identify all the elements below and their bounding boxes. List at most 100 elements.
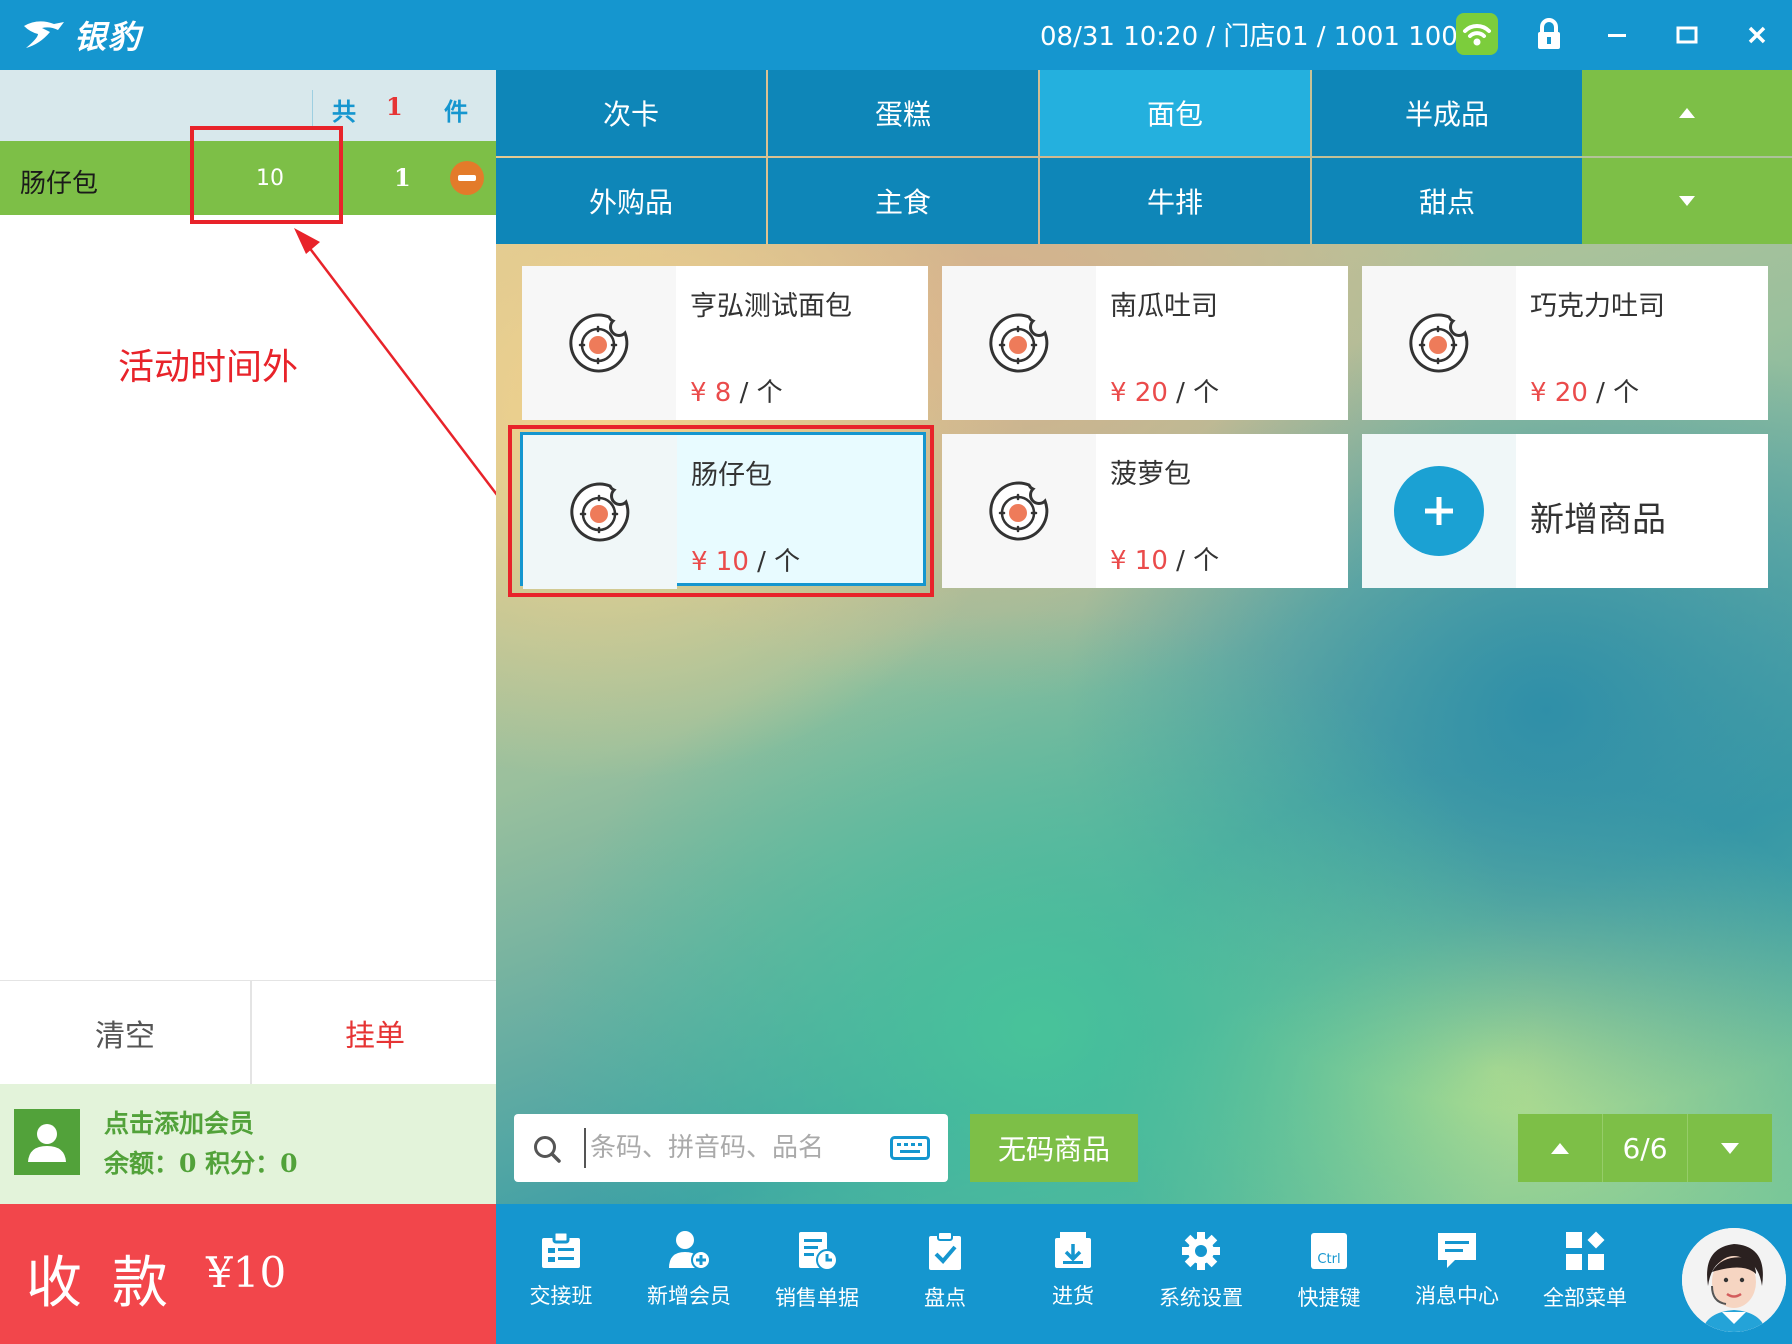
bread-icon — [989, 313, 1049, 373]
no-barcode-button[interactable]: 无码商品 — [970, 1114, 1138, 1182]
triangle-up-icon — [1551, 1142, 1569, 1154]
title-bar: 银豹 08/31 10:20 / 门店01 / 1001 1001 — [0, 0, 1792, 70]
product-price: ¥ 20 / 个 — [1110, 372, 1219, 409]
toolbar-settings[interactable]: 系统设置 — [1146, 1230, 1256, 1330]
category-tab[interactable]: 牛排 — [1040, 158, 1310, 244]
bread-icon — [1409, 313, 1469, 373]
price-value: ¥ 20 — [1110, 378, 1168, 408]
clear-button[interactable]: 清空 — [0, 981, 252, 1085]
cart-total-prefix: 共 — [332, 97, 356, 126]
product-card[interactable]: 菠萝包 ¥ 10 / 个 — [942, 434, 1348, 588]
keyboard-icon[interactable] — [890, 1136, 930, 1160]
product-area: 次卡 蛋糕 面包 半成品 外购品 主食 牛排 甜点 亨弘测试面包 ¥ 8 / 个… — [496, 70, 1792, 1204]
category-tab[interactable]: 甜点 — [1312, 158, 1582, 244]
toolbar-stocktake[interactable]: 盘点 — [890, 1230, 1000, 1330]
price-value: ¥ 20 — [1530, 378, 1588, 408]
cart-item-qty[interactable]: 1 — [394, 163, 411, 192]
app-logo: 银豹 — [20, 12, 142, 58]
search-icon — [534, 1136, 561, 1163]
category-tab[interactable]: 半成品 — [1312, 70, 1582, 156]
toolbar-all-menu[interactable]: 全部菜单 — [1530, 1230, 1640, 1330]
member-balance: 余额：0 积分：0 — [104, 1149, 298, 1178]
add-product-label: 新增商品 — [1530, 500, 1666, 540]
price-highlight-box — [190, 126, 343, 224]
toolbar-label: 全部菜单 — [1543, 1286, 1627, 1310]
cart-total-suffix: 件 — [444, 97, 468, 126]
lock-icon[interactable] — [1536, 18, 1562, 54]
member-panel[interactable]: 点击添加会员 余额：0 积分：0 — [0, 1084, 496, 1204]
price-unit: / 个 — [1167, 378, 1220, 408]
toolbar-label: 快捷键 — [1297, 1286, 1361, 1310]
app-title: 银豹 — [74, 18, 143, 56]
sales-docs-icon — [799, 1232, 838, 1271]
toolbar-add-member[interactable]: 新增会员 — [634, 1230, 744, 1330]
category-tab[interactable]: 外购品 — [496, 158, 766, 244]
search-input[interactable] — [584, 1128, 864, 1168]
gear-icon — [1182, 1232, 1220, 1270]
pay-button[interactable]: 收款 ¥10 — [0, 1204, 496, 1344]
bottom-toolbar: 交接班 新增会员 销售单据 盘点 进货 系统设置 Ctrl 快捷键 消息中心 全… — [496, 1204, 1792, 1344]
annotation-arrow — [294, 228, 511, 513]
triangle-down-icon — [1721, 1142, 1739, 1154]
product-price: ¥ 8 / 个 — [690, 372, 783, 409]
toolbar-label: 盘点 — [924, 1286, 966, 1310]
stocktake-icon — [929, 1231, 961, 1270]
all-menu-icon — [1566, 1231, 1605, 1270]
minimize-button[interactable] — [1600, 18, 1634, 52]
toolbar-messages[interactable]: 消息中心 — [1402, 1230, 1512, 1330]
add-product-card[interactable]: 新增商品 — [1362, 434, 1768, 588]
add-member-link[interactable]: 点击添加会员 — [104, 1104, 254, 1140]
pager: 6/6 — [1518, 1114, 1772, 1182]
add-member-icon — [669, 1231, 711, 1270]
toolbar-label: 销售单据 — [775, 1286, 859, 1310]
cart-item-name: 肠仔包 — [20, 169, 99, 199]
product-card[interactable]: 巧克力吐司 ¥ 20 / 个 — [1362, 266, 1768, 420]
purchase-icon — [1055, 1232, 1091, 1268]
toolbar-label: 进货 — [1052, 1284, 1094, 1308]
remove-item-icon[interactable] — [450, 161, 484, 195]
category-tab-active[interactable]: 面包 — [1040, 70, 1310, 156]
toolbar-label: 系统设置 — [1159, 1286, 1243, 1310]
hold-order-button[interactable]: 挂单 — [254, 981, 496, 1085]
cart-total-count: 1 — [386, 92, 403, 121]
search-box — [514, 1114, 948, 1182]
category-up-button[interactable] — [1582, 70, 1792, 156]
toolbar-sales-docs[interactable]: 销售单据 — [762, 1230, 872, 1330]
divider — [312, 90, 313, 128]
svg-text:Ctrl: Ctrl — [1317, 1252, 1340, 1267]
product-image — [942, 266, 1096, 420]
pay-label: 收款 — [26, 1251, 198, 1316]
support-agent-avatar[interactable] — [1682, 1228, 1786, 1332]
page-up-button[interactable] — [1518, 1114, 1602, 1182]
pay-amount: ¥10 — [206, 1248, 287, 1297]
page-down-button[interactable] — [1688, 1114, 1772, 1182]
category-tab[interactable]: 主食 — [768, 158, 1038, 244]
product-name: 南瓜吐司 — [1110, 291, 1218, 322]
page-indicator: 6/6 — [1602, 1114, 1688, 1182]
close-button[interactable] — [1740, 18, 1774, 52]
triangle-down-icon — [1679, 196, 1695, 206]
category-down-button[interactable] — [1582, 158, 1792, 244]
product-image — [942, 434, 1096, 588]
product-name: 菠萝包 — [1110, 459, 1191, 490]
toolbar-label: 消息中心 — [1415, 1284, 1499, 1308]
category-tabs: 次卡 蛋糕 面包 半成品 外购品 主食 牛排 甜点 — [496, 70, 1792, 244]
product-card[interactable]: 南瓜吐司 ¥ 20 / 个 — [942, 266, 1348, 420]
card-highlight-box — [508, 425, 934, 597]
category-tab[interactable]: 蛋糕 — [768, 70, 1038, 156]
bread-icon — [989, 481, 1049, 541]
toolbar-handover[interactable]: 交接班 — [506, 1230, 616, 1330]
handover-icon — [542, 1230, 580, 1268]
maximize-button[interactable] — [1670, 18, 1704, 52]
category-tab[interactable]: 次卡 — [496, 70, 766, 156]
product-card[interactable]: 亨弘测试面包 ¥ 8 / 个 — [522, 266, 928, 420]
toolbar-shortcuts[interactable]: Ctrl 快捷键 — [1274, 1230, 1384, 1330]
product-image — [522, 266, 676, 420]
toolbar-purchase[interactable]: 进货 — [1018, 1230, 1128, 1330]
product-name: 亨弘测试面包 — [690, 291, 852, 322]
product-price: ¥ 10 / 个 — [1110, 540, 1219, 577]
toolbar-label: 交接班 — [529, 1284, 593, 1308]
toolbar-label: 新增会员 — [647, 1284, 731, 1308]
wifi-icon[interactable] — [1456, 13, 1498, 55]
status-info: 08/31 10:20 / 门店01 / 1001 1001 — [1040, 22, 1475, 52]
